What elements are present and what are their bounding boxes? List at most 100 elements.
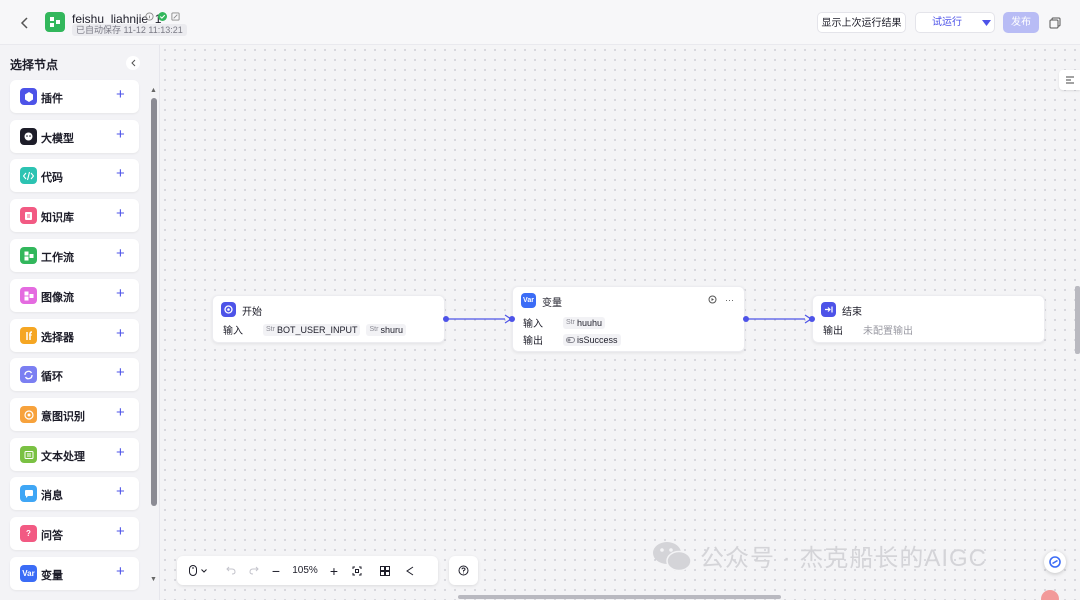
param-name: BOT_USER_INPUT [276,324,358,335]
output-value: 未配置输出 [863,326,913,337]
knowledge-icon [20,207,37,224]
add-icon[interactable]: + [116,86,125,104]
variable-input-port[interactable] [509,316,515,322]
run-node-icon[interactable] [708,295,717,304]
variable-output-row: 输出 isSuccess [523,332,621,347]
add-icon[interactable]: + [116,205,125,223]
add-icon[interactable]: + [116,404,125,422]
sidebar-item-knowledge[interactable]: 知识库 + [10,199,139,232]
sidebar-item-imageflow[interactable]: 图像流 + [10,279,139,312]
variable-input-row: 输入 Str huuhu [523,315,605,330]
fit-view-button[interactable] [345,556,369,585]
sidebar-item-label: 选择器 [41,332,74,344]
end-node-title: 结束 [842,307,862,318]
end-node[interactable]: 结束 输出 未配置输出 [812,295,1045,343]
sidebar-item-plugin[interactable]: 插件 + [10,80,139,113]
add-icon[interactable]: + [116,245,125,263]
collapse-sidebar-button[interactable] [126,56,140,70]
redo-button[interactable] [243,556,265,585]
add-icon[interactable]: + [116,563,125,581]
add-icon[interactable]: + [116,285,125,303]
sidebar-item-code[interactable]: 代码 + [10,159,139,192]
header: feishu_liahnjie_1 已自动保存 11-12 11:13:21 显… [0,0,1080,45]
publish-button[interactable]: 发布 [1003,12,1039,33]
caret-down-icon[interactable] [982,19,991,26]
variable-output-port[interactable] [743,316,749,322]
input-label: 输入 [223,326,243,337]
param-tag: Str shuru [366,323,406,336]
scroll-up-icon[interactable]: ▲ [150,87,157,94]
sidebar-item-label: 知识库 [41,212,74,224]
help-icon [458,565,469,576]
zoom-level[interactable]: 105% [287,556,323,585]
start-node[interactable]: 开始 输入 Str BOT_USER_INPUT Str shuru [212,295,445,343]
start-node-title: 开始 [242,307,262,318]
type-label: Str [266,325,275,333]
scroll-down-icon[interactable]: ▼ [150,576,157,583]
redo-icon [249,566,259,575]
canvas-panel-toggle[interactable] [1059,70,1080,90]
sidebar-item-workflow[interactable]: 工作流 + [10,239,139,272]
autosave-status: 已自动保存 11-12 11:13:21 [72,24,187,36]
param-name: huuhu [576,317,602,328]
plugin-icon [20,88,37,105]
canvas-toolbar: − 105% + [177,556,438,585]
zoom-in-button[interactable]: + [323,556,345,585]
help-button[interactable] [449,556,478,585]
boolean-toggle-icon [566,336,575,343]
end-node-icon [821,302,836,317]
sidebar-item-condition[interactable]: 选择器 + [10,319,139,352]
sidebar-item-label: 大模型 [41,133,74,145]
sidebar-item-loop[interactable]: 循环 + [10,358,139,391]
title-icons [145,12,180,21]
wechat-icon [653,541,692,571]
start-node-icon [221,302,236,317]
sidebar-item-llm[interactable]: 大模型 + [10,120,139,153]
start-input-row: 输入 Str BOT_USER_INPUT Str shuru [223,322,406,337]
test-run-label: 试运行 [932,17,962,28]
end-output-row: 输出 未配置输出 [823,322,913,337]
add-icon[interactable]: + [116,325,125,343]
type-label: Str [566,318,575,326]
add-icon[interactable]: + [116,364,125,382]
sidebar-item-qa[interactable]: ? 问答 + [10,517,139,550]
minimap-button[interactable] [369,556,400,585]
add-icon[interactable]: + [116,483,125,501]
sidebar-item-intent[interactable]: 意图识别 + [10,398,139,431]
output-label: 输出 [823,326,843,337]
add-icon[interactable]: + [116,165,125,183]
test-run-button[interactable]: 试运行 [915,12,995,33]
sidebar-item-label: 循环 [41,371,63,383]
undo-button[interactable] [219,556,243,585]
copy-icon[interactable] [1047,15,1063,31]
variable-node-icon: Var [521,293,536,308]
sidebar-item-label: 图像流 [41,292,74,304]
assistant-button[interactable] [1044,551,1066,573]
edit-icon[interactable] [171,12,180,21]
sidebar-item-text[interactable]: 文本处理 + [10,438,139,471]
sidebar-scrollbar[interactable] [151,98,157,506]
zoom-out-button[interactable]: − [265,556,287,585]
watermark-text: 公众号 · 杰克船长的AIGC [700,545,988,572]
add-icon[interactable]: + [116,126,125,144]
end-input-port[interactable] [809,316,815,322]
horizontal-scrollbar[interactable] [458,595,781,599]
interaction-mode-button[interactable] [177,556,219,585]
chevron-left-icon [131,59,136,67]
start-output-port[interactable] [443,316,449,322]
auto-layout-button[interactable] [400,556,418,585]
add-icon[interactable]: + [116,444,125,462]
vertical-scrollbar[interactable] [1075,286,1080,354]
show-last-run-button[interactable]: 显示上次运行结果 [817,12,906,33]
sidebar-item-message[interactable]: 消息 + [10,477,139,510]
info-icon[interactable] [145,12,154,21]
param-tag: Str BOT_USER_INPUT [263,323,361,336]
sidebar-item-variable[interactable]: Var 变量 + [10,557,139,590]
sidebar-item-label: 意图识别 [41,411,85,423]
more-icon[interactable]: ··· [725,295,734,305]
add-icon[interactable]: + [116,523,125,541]
back-arrow-icon[interactable] [16,14,34,32]
assistant-icon [1049,556,1061,568]
condition-icon [20,327,37,344]
variable-node[interactable]: Var 变量 ··· 输入 Str huuhu 输出 isSuccess [512,286,745,352]
